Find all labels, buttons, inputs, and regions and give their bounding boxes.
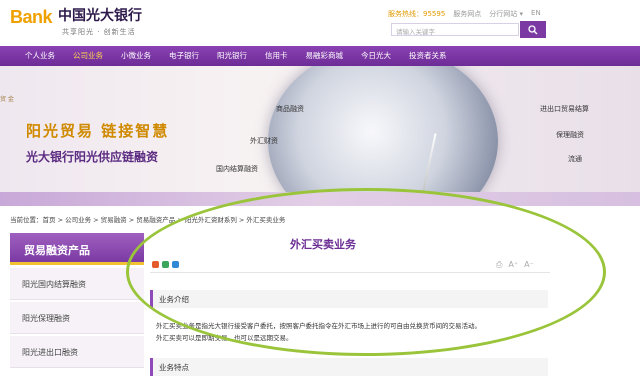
nav-item-mall[interactable]: 易融彩商城 <box>297 46 353 66</box>
banner-label-circulation: 流通 <box>568 155 582 163</box>
print-icon[interactable]: ⎙ <box>496 260 502 270</box>
share-wechat-icon[interactable] <box>162 261 169 268</box>
header-links: 服务热线：95595 服务网点 分行网站 ▾ EN <box>388 9 541 19</box>
link-branches[interactable]: 服务网点 <box>453 9 481 19</box>
intro-line-1: 外汇买卖业务是指光大银行接受客户委托，按照客户委托指令在外汇市场上进行的可自由兑… <box>156 322 481 330</box>
text-tools: ⎙ A⁺ A⁻ <box>496 260 534 270</box>
divider <box>150 272 550 273</box>
banner-label-fx: 外汇财资 <box>250 137 278 145</box>
logo-bank-text: Bank <box>10 7 53 27</box>
sidebar-item-factoring[interactable]: 阳光保理融资 <box>10 302 144 334</box>
nav-item-credit-card[interactable]: 信用卡 <box>256 46 297 66</box>
nav-item-e-banking[interactable]: 电子银行 <box>160 46 208 66</box>
share-weibo-icon[interactable] <box>152 261 159 268</box>
banner-label-domestic: 国内结算融资 <box>216 165 258 173</box>
page: Bank 中国光大银行 共享阳光 · 创新生活 服务热线：95595 服务网点 … <box>0 0 640 378</box>
font-increase-button[interactable]: A⁺ <box>508 260 518 270</box>
search-button[interactable] <box>520 21 546 38</box>
share-qq-icon[interactable] <box>172 261 179 268</box>
sidebar-item-import-export[interactable]: 阳光进出口融资 <box>10 336 144 368</box>
banner-label-commodity: 商品融资 <box>276 105 304 113</box>
nav-item-personal[interactable]: 个人业务 <box>16 46 64 66</box>
logo-bank-name: 中国光大银行 <box>58 8 143 24</box>
breadcrumb[interactable]: 当前位置：首页 > 公司业务 > 贸易融资 > 贸易融资产品 > 阳光外汇资财系… <box>10 214 285 224</box>
page-title: 外汇买卖业务 <box>290 238 356 251</box>
link-branch-sites[interactable]: 分行网站 ▾ <box>489 9 523 19</box>
search-icon <box>528 24 538 34</box>
section-intro-text: 外汇买卖业务是指光大银行接受客户委托，按照客户委托指令在外汇市场上进行的可自由兑… <box>156 320 546 344</box>
sidebar-item-domestic[interactable]: 阳光国内结算融资 <box>10 268 144 300</box>
banner-bottom-strip <box>0 192 640 206</box>
intro-line-2: 外汇买卖可以是即期交易，也可以是远期交易。 <box>156 334 293 342</box>
main-nav: 个人业务 公司业务 小微业务 电子银行 阳光银行 信用卡 易融彩商城 今日光大 … <box>0 46 640 66</box>
slogan: 共享阳光 · 创新生活 <box>62 28 136 36</box>
share-bar <box>152 261 179 268</box>
banner-corner-text: 贸 金 <box>0 96 14 103</box>
font-decrease-button[interactable]: A⁻ <box>524 260 534 270</box>
link-english[interactable]: EN <box>531 9 541 19</box>
puzzle-globe-image <box>268 66 498 206</box>
banner-label-import-export: 进出口贸易结算 <box>540 105 589 113</box>
nav-item-corporate[interactable]: 公司业务 <box>64 46 112 66</box>
promo-banner[interactable]: 贸 金 阳光贸易 链接智慧 光大银行阳光供应链融资 商品融资 外汇财资 国内结算… <box>0 66 640 206</box>
nav-item-small-business[interactable]: 小微业务 <box>112 46 160 66</box>
banner-title: 阳光贸易 链接智慧 <box>26 122 170 140</box>
banner-label-factoring: 保理融资 <box>556 131 584 139</box>
hotline: 服务热线：95595 <box>388 10 446 18</box>
nav-item-news[interactable]: 今日光大 <box>352 46 400 66</box>
sidebar-title: 贸易融资产品 <box>10 233 144 265</box>
site-header: Bank 中国光大银行 共享阳光 · 创新生活 服务热线：95595 服务网点 … <box>0 0 640 46</box>
nav-item-investor[interactable]: 投资者关系 <box>400 46 456 66</box>
nav-item-sunshine-bank[interactable]: 阳光银行 <box>208 46 256 66</box>
search-input[interactable]: 请输入关键字 <box>391 23 519 36</box>
section-heading-intro: 业务介绍 <box>150 290 548 308</box>
section-heading-features: 业务特点 <box>150 358 548 376</box>
banner-subtitle: 光大银行阳光供应链融资 <box>26 150 159 164</box>
